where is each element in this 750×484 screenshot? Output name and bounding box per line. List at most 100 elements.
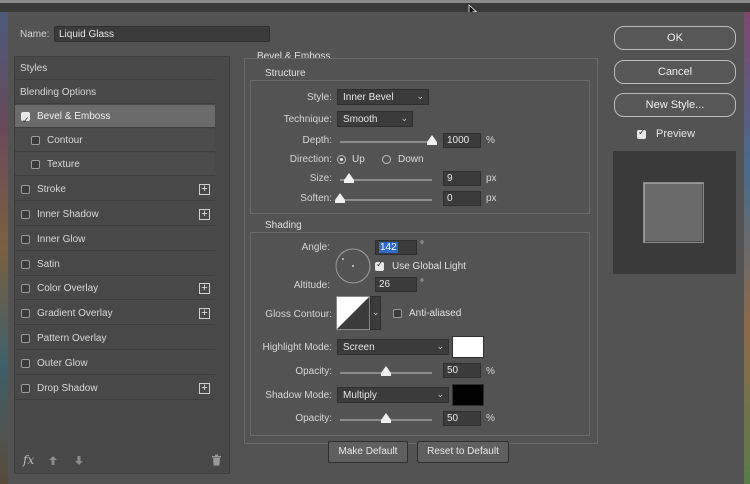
angle-unit: ° — [420, 240, 424, 251]
depth-slider-thumb[interactable] — [427, 135, 437, 142]
altitude-input[interactable]: 26 — [375, 277, 417, 292]
inner-shadow-checkbox[interactable] — [21, 210, 30, 219]
depth-slider[interactable] — [340, 141, 432, 143]
soften-slider[interactable] — [340, 199, 432, 201]
satin-item[interactable]: Satin — [15, 253, 215, 276]
inner-glow-checkbox[interactable] — [21, 235, 30, 244]
pattern-overlay-checkbox[interactable] — [21, 334, 30, 343]
gloss-contour-label: Gloss Contour: — [265, 309, 332, 320]
use-global-light-checkbox[interactable] — [375, 260, 384, 271]
use-global-light-label: Use Global Light — [392, 261, 466, 272]
shadow-mode-dropdown[interactable]: Multiply ⌄ — [337, 387, 449, 403]
highlight-color-swatch[interactable] — [452, 336, 484, 358]
direction-down-radio[interactable] — [382, 155, 391, 164]
styles-list-scrollbar[interactable] — [229, 57, 230, 473]
contour-item[interactable]: Contour — [15, 129, 215, 152]
window-top-strip — [0, 0, 750, 12]
soften-slider-thumb[interactable] — [335, 193, 345, 200]
add-gradient-overlay-plus-icon[interactable]: + — [199, 308, 210, 319]
gloss-contour-picker-button[interactable]: ⌄ — [370, 296, 381, 330]
direction-up-radio[interactable] — [337, 155, 346, 164]
reset-to-default-button[interactable]: Reset to Default — [417, 441, 509, 463]
soften-input[interactable]: 0 — [443, 191, 481, 206]
contour-checkbox[interactable] — [31, 136, 40, 145]
preview-checkbox[interactable] — [637, 128, 646, 139]
highlight-mode-label: Highlight Mode: — [262, 342, 332, 353]
depth-label: Depth: — [302, 135, 332, 146]
size-input[interactable]: 9 — [443, 171, 481, 186]
depth-unit: % — [486, 135, 495, 146]
highlight-opacity-slider-thumb[interactable] — [381, 366, 391, 373]
stroke-checkbox[interactable] — [21, 185, 30, 194]
add-color-overlay-plus-icon[interactable]: + — [199, 283, 210, 294]
bevel-emboss-checkbox[interactable] — [21, 110, 30, 133]
shadow-mode-value: Multiply — [343, 390, 377, 401]
desktop-background-right — [744, 12, 750, 484]
chevron-down-icon: ⌄ — [436, 341, 444, 351]
shadow-opacity-input[interactable]: 50 — [443, 411, 481, 426]
style-name-input[interactable]: Liquid Glass — [54, 26, 270, 42]
highlight-mode-dropdown[interactable]: Screen ⌄ — [337, 339, 449, 355]
gradient-overlay-checkbox[interactable] — [21, 309, 30, 318]
chevron-down-icon: ⌄ — [372, 307, 380, 317]
add-inner-shadow-plus-icon[interactable]: + — [199, 209, 210, 220]
make-default-button[interactable]: Make Default — [328, 441, 408, 463]
new-style-button[interactable]: New Style... — [614, 93, 736, 117]
texture-checkbox[interactable] — [31, 160, 40, 169]
size-unit: px — [486, 173, 497, 184]
trash-icon[interactable] — [211, 454, 222, 466]
blending-options-item[interactable]: Blending Options — [15, 81, 215, 104]
gradient-overlay-item[interactable]: Gradient Overlay + — [15, 302, 215, 325]
highlight-opacity-input[interactable]: 50 — [443, 363, 481, 378]
highlight-opacity-slider-thumb-base — [381, 373, 391, 376]
drop-shadow-label: Drop Shadow — [37, 383, 98, 394]
styles-list-panel: Styles Blending Options Bevel & Emboss C… — [14, 56, 230, 474]
direction-label: Direction: — [289, 154, 332, 165]
soften-label: Soften: — [300, 193, 332, 204]
fx-icon[interactable]: fx — [23, 453, 34, 467]
gloss-contour-preview[interactable] — [336, 296, 370, 330]
color-overlay-label: Color Overlay — [37, 283, 99, 294]
inner-shadow-item[interactable]: Inner Shadow + — [15, 203, 215, 226]
color-overlay-item[interactable]: Color Overlay + — [15, 277, 215, 300]
highlight-opacity-label: Opacity: — [295, 366, 332, 377]
texture-item[interactable]: Texture — [15, 153, 215, 176]
inner-shadow-label: Inner Shadow — [37, 209, 99, 220]
depth-input[interactable]: 1000 — [443, 133, 481, 148]
size-label: Size: — [309, 173, 332, 184]
angle-input[interactable]: 142 — [375, 240, 417, 255]
cancel-button[interactable]: Cancel — [614, 60, 736, 84]
ok-button[interactable]: OK — [614, 26, 736, 50]
pattern-overlay-item[interactable]: Pattern Overlay — [15, 327, 215, 350]
stroke-item[interactable]: Stroke + — [15, 178, 215, 201]
color-overlay-checkbox[interactable] — [21, 284, 30, 293]
technique-label: Technique: — [283, 114, 332, 125]
add-stroke-plus-icon[interactable]: + — [199, 184, 210, 195]
technique-dropdown[interactable]: Smooth ⌄ — [337, 111, 413, 127]
size-slider-thumb[interactable] — [344, 173, 354, 180]
shadow-opacity-unit: % — [486, 413, 495, 424]
shadow-color-swatch[interactable] — [452, 384, 484, 406]
style-label: Style: — [306, 92, 332, 103]
chevron-down-icon: ⌄ — [436, 389, 444, 399]
technique-dropdown-value: Smooth — [343, 114, 378, 125]
angle-dial[interactable] — [334, 247, 372, 285]
arrow-up-icon[interactable] — [48, 455, 58, 466]
drop-shadow-item[interactable]: Drop Shadow + — [15, 377, 215, 400]
outer-glow-item[interactable]: Outer Glow — [15, 352, 215, 375]
styles-header[interactable]: Styles — [15, 57, 215, 80]
style-dropdown[interactable]: Inner Bevel ⌄ — [337, 89, 429, 105]
add-drop-shadow-plus-icon[interactable]: + — [199, 383, 210, 394]
highlight-opacity-unit: % — [486, 366, 495, 377]
styles-header-label: Styles — [20, 63, 48, 74]
drop-shadow-checkbox[interactable] — [21, 384, 30, 393]
shadow-mode-label: Shadow Mode: — [265, 390, 332, 401]
anti-aliased-checkbox[interactable] — [393, 309, 402, 318]
inner-glow-item[interactable]: Inner Glow — [15, 228, 215, 251]
arrow-down-icon[interactable] — [74, 455, 84, 466]
altitude-unit: ° — [420, 278, 424, 289]
satin-checkbox[interactable] — [21, 260, 30, 269]
bevel-emboss-item[interactable]: Bevel & Emboss — [15, 105, 215, 133]
shadow-opacity-slider-thumb[interactable] — [381, 413, 391, 420]
outer-glow-checkbox[interactable] — [21, 359, 30, 368]
